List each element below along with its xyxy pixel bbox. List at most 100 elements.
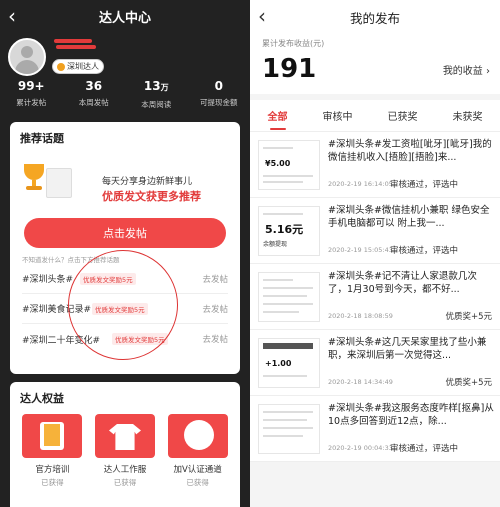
stat-value: 99+ [17, 79, 45, 93]
document-icon [46, 168, 72, 198]
thumb-amount: ¥5.00 [265, 159, 291, 168]
stat-label: 本周阅读 [141, 100, 172, 109]
income-label: 累计发布收益(元) [262, 39, 325, 48]
tab-awarded[interactable]: 已获奖 [388, 100, 418, 132]
post-thumbnail: 5.16元 余额提现 [258, 206, 320, 256]
topic-name: #深圳头条# [22, 275, 74, 285]
thumb-amount: 5.16元 [265, 223, 304, 236]
post-thumbnail: +1.00 [258, 338, 320, 388]
right-item-verify[interactable]: 加V认证通道 已获得 [164, 414, 232, 488]
right-item-uniform[interactable]: 达人工作服 已获得 [91, 414, 159, 488]
chevron-left-icon[interactable]: ‹ [8, 4, 16, 28]
hint-text: 不知道发什么？点击下方推荐话题 [22, 256, 120, 264]
stat-value: 13 [143, 79, 161, 93]
profile-header: 深圳达人 [0, 32, 250, 78]
list-item[interactable]: ¥5.00 #深圳头条#发工资啦[呲牙][呲牙]我的微信挂机收入[捂脸][捂脸]… [250, 132, 500, 198]
topic-name: #深圳美食记录# [22, 305, 92, 315]
right-label: 达人工作服 [103, 465, 147, 475]
avatar[interactable] [8, 38, 46, 76]
post-status: 审核通过，评选中 [390, 246, 459, 256]
go-post-link[interactable]: 去发帖 [202, 333, 228, 345]
nav-bar: ‹ 达人中心 [0, 0, 250, 32]
post-text: #深圳头条#微信挂机小兼职 绿色安全 手机电脑都可以 附上我一... [328, 205, 490, 229]
post-button[interactable]: 点击发帖 [24, 218, 226, 248]
post-date: 2020-2-18 18:08:59 [328, 312, 393, 320]
right-status: 已获得 [41, 478, 64, 487]
go-post-link[interactable]: 去发帖 [202, 273, 228, 285]
topic-row[interactable]: #深圳二十年变化# 优质发文奖励5元 去发帖 [22, 324, 228, 354]
income-value: 191 [262, 54, 317, 84]
stat-label: 本周发帖 [78, 98, 109, 107]
reward-tag: 优质发文奖励5元 [92, 302, 148, 315]
my-posts-panel: ‹ 我的发布 累计发布收益(元) 191 我的收益 › 全部 审核中 已获奖 未… [250, 0, 500, 507]
post-date: 2020-2-19 15:05:43 [328, 246, 393, 254]
tab-not-awarded[interactable]: 未获奖 [453, 100, 483, 132]
post-text: #深圳头条#发工资啦[呲牙][呲牙]我的微信挂机收入[捂脸][捂脸]来... [328, 139, 492, 163]
list-item[interactable]: +1.00 #深圳头条#这几天呆家里找了些小兼职，来深圳后第一次觉得这... 2… [250, 330, 500, 396]
stat-value: 36 [85, 79, 103, 93]
income-summary: 累计发布收益(元) 191 我的收益 › [250, 34, 500, 94]
filter-tabs: 全部 审核中 已获奖 未获奖 [250, 100, 500, 132]
post-date: 2020-2-19 16:14:05 [328, 180, 393, 188]
section-title: 推荐话题 [20, 132, 64, 145]
post-thumbnail [258, 404, 320, 454]
status-badge: 深圳达人 [52, 59, 104, 74]
creator-rights-card: 达人权益 官方培训 已获得 达人工作服 已获得 加V认证通道 已获得 [10, 382, 240, 507]
stat-unit: 万 [160, 83, 169, 92]
creator-center-panel: ‹ 达人中心 深圳达人 99+ 累计发帖 36 本周发帖 13万 本周阅读 0 … [0, 0, 250, 507]
banner-highlight: 优质发文获更多推荐 [102, 190, 201, 203]
right-status: 已获得 [186, 478, 209, 487]
stat-label: 累计发帖 [16, 98, 47, 107]
post-date: 2020-2-19 00:04:33 [328, 444, 393, 452]
username-redacted [54, 36, 96, 50]
post-text: #深圳头条#我这服务态度咋样[抠鼻]从10点多回答到近12点，除... [328, 403, 494, 427]
reward-label: 优质奖+5元 [445, 378, 492, 388]
post-status: 审核通过，评选中 [390, 444, 459, 454]
stat-week-reads[interactable]: 13万 本周阅读 [125, 78, 188, 118]
stats-row: 99+ 累计发帖 36 本周发帖 13万 本周阅读 0 可提现金额 [0, 78, 250, 118]
book-icon [22, 414, 83, 458]
right-label: 加V认证通道 [173, 465, 222, 475]
thumb-caption: 余额提现 [263, 241, 288, 248]
verified-user-icon [167, 414, 228, 458]
rights-row: 官方培训 已获得 达人工作服 已获得 加V认证通道 已获得 [10, 414, 240, 488]
post-thumbnail: ¥5.00 [258, 140, 320, 190]
list-item[interactable]: #深圳头条#我这服务态度咋样[抠鼻]从10点多回答到近12点，除... 2020… [250, 396, 500, 462]
chevron-left-icon[interactable]: ‹ [258, 4, 266, 28]
stat-total-posts[interactable]: 99+ 累计发帖 [0, 78, 63, 118]
right-item-training[interactable]: 官方培训 已获得 [18, 414, 86, 488]
tab-all[interactable]: 全部 [268, 100, 288, 132]
reward-tag: 优质发文奖励5元 [112, 333, 168, 345]
go-post-link[interactable]: 去发帖 [202, 303, 228, 315]
list-item[interactable]: #深圳头条#记不清让人家退款几次了，1月30号到今天，都不好... 2020-2… [250, 264, 500, 330]
topic-row[interactable]: #深圳头条# 优质发文奖励5元 去发帖 [22, 264, 228, 294]
page-title: 达人中心 [98, 10, 151, 26]
section-title: 达人权益 [20, 392, 64, 405]
badge-label: 深圳达人 [67, 62, 99, 71]
right-label: 官方培训 [35, 465, 70, 475]
stat-withdrawable[interactable]: 0 可提现金额 [188, 78, 251, 118]
topic-row[interactable]: #深圳美食记录# 优质发文奖励5元 去发帖 [22, 294, 228, 324]
post-text: #深圳头条#记不清让人家退款几次了，1月30号到今天，都不好... [328, 271, 477, 295]
stat-label: 可提现金额 [200, 98, 238, 107]
thumb-amount: +1.00 [265, 359, 292, 368]
banner-text: 每天分享身边新鲜事儿 [102, 177, 193, 187]
topic-name: #深圳二十年变化# [22, 335, 101, 346]
stat-week-posts[interactable]: 36 本周发帖 [63, 78, 126, 118]
right-status: 已获得 [113, 478, 137, 487]
page-title: 我的发布 [349, 10, 400, 26]
post-list: ¥5.00 #深圳头条#发工资啦[呲牙][呲牙]我的微信挂机收入[捂脸][捂脸]… [250, 132, 500, 462]
recommend-banner: 每天分享身边新鲜事儿 优质发文获更多推荐 [18, 158, 232, 214]
tshirt-icon [94, 414, 155, 458]
list-item[interactable]: 5.16元 余额提现 #深圳头条#微信挂机小兼职 绿色安全 手机电脑都可以 附上… [250, 198, 500, 264]
reward-label: 优质奖+5元 [445, 312, 492, 322]
post-date: 2020-2-18 14:34:49 [328, 378, 393, 386]
tab-reviewing[interactable]: 审核中 [323, 100, 353, 132]
post-thumbnail [258, 272, 320, 322]
recommend-topics-card: 推荐话题 每天分享身边新鲜事儿 优质发文获更多推荐 点击发帖 不知道发什么？点击… [10, 122, 240, 374]
badge-icon [57, 62, 65, 71]
reward-tag: 优质发文奖励5元 [80, 272, 136, 285]
stat-value: 0 [214, 79, 223, 93]
my-income-link[interactable]: 我的收益 › [443, 62, 490, 77]
post-text: #深圳头条#这几天呆家里找了些小兼职，来深圳后第一次觉得这... [328, 337, 487, 361]
